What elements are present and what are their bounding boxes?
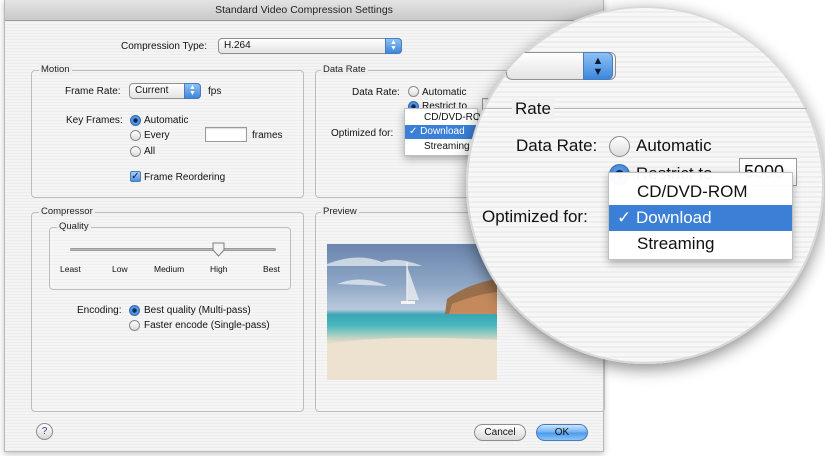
- optimized-for-label: Optimized for:: [331, 128, 394, 139]
- quality-tick-high: High: [210, 264, 228, 274]
- magnified-rate-title: Rate: [512, 99, 554, 119]
- key-all-radio[interactable]: [130, 146, 141, 157]
- compression-type-popup[interactable]: H.264 ▲ ▼: [218, 38, 402, 54]
- magnified-menu-item-download-label: Download: [635, 208, 712, 227]
- frame-rate-value: Current: [135, 85, 169, 96]
- quality-tick-low: Low: [112, 264, 128, 274]
- menu-item-download[interactable]: ✓ Download: [405, 125, 477, 139]
- magnified-menu-item-download[interactable]: ✓ Download: [609, 205, 792, 231]
- magnified-popup-arrows-icon: ▲ ▼: [583, 52, 613, 80]
- preview-group-title: Preview: [321, 206, 359, 217]
- quality-slider-thumb[interactable]: [212, 242, 225, 257]
- cancel-button[interactable]: Cancel: [474, 424, 526, 441]
- magnified-optimized-for-label: Optimized for:: [482, 207, 588, 226]
- key-every-label: Every: [144, 130, 170, 141]
- encoding-best-quality-radio[interactable]: [129, 305, 140, 316]
- frame-rate-label: Frame Rate:: [65, 86, 121, 97]
- preview-image: [327, 244, 497, 380]
- popup-arrows-icon: ▲ ▼: [184, 83, 201, 99]
- optimized-for-menu: CD/DVD-ROM ✓ Download Streaming: [404, 108, 489, 156]
- key-automatic-label: Automatic: [144, 115, 189, 126]
- magnifier-callout: ▲▼ Rate Data Rate: Automatic Restrict to…: [466, 6, 824, 364]
- popup-arrows-icon: ▲ ▼: [385, 38, 402, 54]
- compression-type-value: H.264: [224, 40, 251, 51]
- help-button[interactable]: ?: [36, 423, 53, 440]
- quality-group: [49, 227, 291, 290]
- quality-tick-medium: Medium: [154, 264, 185, 274]
- key-automatic-radio[interactable]: [130, 115, 141, 126]
- quality-group-title: Quality: [57, 221, 91, 232]
- magnified-automatic-radio[interactable]: [609, 136, 630, 157]
- data-rate-automatic-radio[interactable]: [408, 86, 419, 97]
- key-all-label: All: [144, 146, 156, 157]
- encoding-best-quality-label: Best quality (Multi-pass): [144, 305, 251, 316]
- magnified-checkmark-icon: ✓: [617, 208, 632, 227]
- encoding-faster-radio[interactable]: [129, 320, 140, 331]
- key-frames-label: Key Frames:: [66, 115, 123, 126]
- checkmark-icon: ✓: [409, 126, 418, 137]
- magnified-automatic-label: Automatic: [636, 136, 712, 155]
- encoding-label: Encoding:: [77, 305, 122, 316]
- window-title: Standard Video Compression Settings: [5, 0, 603, 21]
- magnified-optimized-menu: CD/DVD-ROM ✓ Download Streaming: [608, 172, 793, 260]
- magnified-menu-item-streaming[interactable]: Streaming: [609, 231, 792, 257]
- key-frames-interval-field[interactable]: [205, 127, 247, 142]
- quality-tick-least: Least: [60, 264, 81, 274]
- key-every-radio[interactable]: [130, 130, 141, 141]
- ok-button[interactable]: OK: [536, 424, 588, 441]
- quality-tick-best: Best: [263, 264, 281, 274]
- frame-reordering-label: Frame Reordering: [144, 172, 226, 183]
- compressor-group-title: Compressor: [39, 206, 95, 217]
- data-rate-automatic-label: Automatic: [422, 87, 467, 98]
- frame-rate-popup[interactable]: Current ▲ ▼: [129, 83, 201, 99]
- frames-label: frames: [252, 130, 283, 141]
- fps-label: fps: [208, 86, 222, 97]
- frame-reordering-checkbox[interactable]: ✓: [130, 171, 141, 182]
- quality-slider-track[interactable]: [70, 248, 276, 251]
- magnified-data-rate-label: Data Rate:: [516, 136, 598, 155]
- encoding-faster-label: Faster encode (Single-pass): [144, 320, 270, 331]
- data-rate-label: Data Rate:: [352, 87, 400, 98]
- magnified-menu-item-cd-dvd-rom[interactable]: CD/DVD-ROM: [609, 179, 792, 205]
- data-rate-group-title: Data Rate: [321, 64, 368, 75]
- menu-item-cd-dvd-rom[interactable]: CD/DVD-ROM: [405, 111, 489, 125]
- compression-type-label: Compression Type:: [121, 41, 207, 52]
- menu-item-download-label: Download: [420, 126, 465, 137]
- motion-group-title: Motion: [39, 64, 72, 75]
- menu-item-streaming[interactable]: Streaming: [405, 140, 477, 154]
